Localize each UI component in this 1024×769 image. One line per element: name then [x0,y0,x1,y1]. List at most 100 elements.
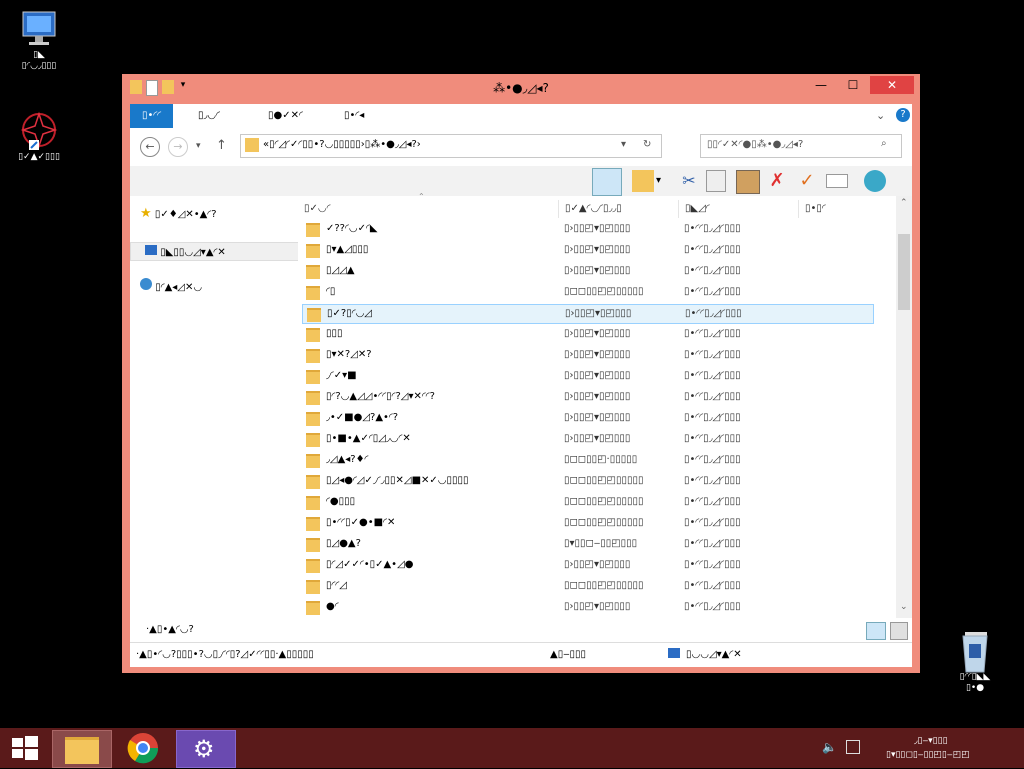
file-name: ▯•■•▲✓◜▯◿◞◡◜✕ [326,433,411,444]
table-row[interactable]: ▯◿◿▲ ▯›▯▯◰▾▯◰▯▯▯ ▯•◜◜▯◞◿◜▯▯▯ [302,262,874,282]
search-box[interactable]: ▯▯◜✓✕◜●▯⁂•●◞◿◂? ⌕ [700,134,902,158]
taskbar-file-explorer[interactable] [52,730,112,768]
large-icons-view-icon[interactable] [890,622,908,640]
gear-icon: ⚙ [193,735,215,763]
folder-icon [306,265,320,279]
table-row[interactable]: ▯▾✕?◿✕? ▯›▯▯◰▾▯◰▯▯▯ ▯•◜◜▯◞◿◜▯▯▯ [302,346,874,366]
file-date: ▯›▯▯◰▾▯◰▯▯▯ [564,328,631,339]
file-type: ▯•◜◜▯◞◿◜▯▯▯ [684,496,741,507]
details-view-icon[interactable] [866,622,886,640]
nav-item-favorites[interactable]: ★ ▯✓♦◿✕•▲◜? [140,206,217,221]
table-row[interactable]: ▯◜?◡▲◿◿•◜◜▯◜?◿▾✕◜◜? ▯›▯▯◰▾▯◰▯▯▯ ▯•◜◜▯◞◿◜▯▯… [302,388,874,408]
vertical-scrollbar[interactable]: ⌃ ⌄ [896,196,912,618]
taskbar-chrome[interactable] [114,730,172,766]
address-dropdown-chevron-icon[interactable]: ▾ [621,139,626,150]
file-name: ▯◿●▲? [326,538,361,549]
address-bar[interactable]: «▯◜◿◜✓◜▯▯•?◡▯▯▯▯▯›▯⁂•●◞◿◂?› ▾ ↻ [240,134,662,158]
preview-pane-icon[interactable] [592,168,622,196]
file-date: ▯›▯▯◰▾▯◰▯▯▯ [564,412,631,423]
details-bar: ·▲▯•◜◡?▯▯▯•?◡▯◞◜◜▯?◿✓◜◜▯▯·▲▯▯▯▯▯ ▲▯‒▯▯▯ … [130,642,912,667]
forward-button[interactable]: → [168,137,188,157]
table-row[interactable]: ▯◿●▲? ▯▾▯▯◻‒▯▯◰▯▯▯ ▯•◜◜▯◞◿◜▯▯▯ [302,535,874,555]
table-row[interactable]: ◞•✓■●◿?▲•◜? ▯›▯▯◰▾▯◰▯▯▯ ▯•◜◜▯◞◿◜▯▯▯ [302,409,874,429]
scrollbar-thumb[interactable] [898,234,910,310]
desktop-icon-computer[interactable]: ▯◣ ▯◜◡◞▯▯▯ [4,8,74,72]
file-date: ▯◻◻▯▯◰◰▯▯▯▯▯ [564,580,644,591]
window-title: ⁂•●◞◿◂? [493,81,549,95]
file-date: ▯›▯▯◰▾▯◰▯▯▯ [564,265,631,276]
table-row[interactable]: ●◜ ▯›▯▯◰▾▯◰▯▯▯ ▯•◜◜▯◞◿◜▯▯▯ [302,598,874,618]
table-row[interactable]: ◞◿▲◂?♦◜ ▯◻◻▯▯◰·▯▯▯▯▯ ▯•◜◜▯◞◿◜▯▯▯ [302,451,874,471]
file-type: ▯•◜◜▯◞◿◜▯▯▯ [684,580,741,591]
search-placeholder: ▯▯◜✓✕◜●▯⁂•●◞◿◂? [707,139,804,150]
refresh-icon[interactable]: ↻ [643,139,651,150]
computer-icon [668,648,680,658]
file-name: ▯◜◿✓✓◜•▯✓▲•◿● [326,559,414,570]
column-header-size[interactable]: ▯•▯◜ [798,200,885,218]
file-name: ▯◿◂●◜◿✓◞◜◞▯▯✕◿■✕✓◡▯▯▯▯ [326,475,469,486]
table-row[interactable]: ▯•■•▲✓◜▯◿◞◡◜✕ ▯›▯▯◰▾▯◰▯▯▯ ▯•◜◜▯◞◿◜▯▯▯ [302,430,874,450]
table-row[interactable]: ◞◜✓▾■ ▯›▯▯◰▾▯◰▯▯▯ ▯•◜◜▯◞◿◜▯▯▯ [302,367,874,387]
folder-icon [306,601,320,615]
delete-icon[interactable]: ✗ [766,170,788,192]
clock-time[interactable]: ◞▯‒▾▯▯▯ [914,736,948,746]
rename-icon[interactable] [826,174,848,188]
column-header-type[interactable]: ▯◣◿◜ [678,200,795,218]
column-header-date[interactable]: ▯✓▲◜◡◜▯◞◞▯ [558,200,675,218]
table-row[interactable]: ✓??◜◡✓◜◣ ▯›▯▯◰▾▯◰▯▯▯ ▯•◜◜▯◞◿◜▯▯▯ [302,220,874,240]
tab-file[interactable]: ▯•◜◜ [130,104,174,128]
minimize-button[interactable]: — [808,76,834,94]
up-button[interactable]: ↑ [216,138,227,153]
properties-check-icon[interactable]: ✓ [796,170,818,192]
table-row[interactable]: ▯▯▯ ▯›▯▯◰▾▯◰▯▯▯ ▯•◜◜▯◞◿◜▯▯▯ [302,325,874,345]
nav-item-this-pc[interactable]: ▯◣▯▯◡◿▾▲◜✕ [130,242,302,261]
column-header-name[interactable]: ▯✓◡◜ [298,200,554,218]
paste-icon[interactable] [736,170,760,194]
layout-chevron-icon[interactable]: ▾ [656,170,666,192]
file-name: ▯◿◿▲ [326,265,355,276]
maximize-button[interactable]: ☐ [840,76,866,94]
tab-share[interactable]: ▯●✓✕◜ [268,104,303,128]
table-row[interactable]: ▯▾▲◿▯▯▯ ▯›▯▯◰▾▯◰▯▯▯ ▯•◜◜▯◞◿◜▯▯▯ [302,241,874,261]
file-date: ▯◻◻▯▯◰·▯▯▯▯▯ [564,454,638,465]
network-icon[interactable] [846,740,860,754]
start-button[interactable] [0,730,48,766]
back-button[interactable]: ← [140,137,160,157]
file-date: ▯▾▯▯◻‒▯▯◰▯▯▯ [564,538,638,549]
title-bar[interactable]: ▾ ⁂•●◞◿◂? — ☐ ✕ [122,74,920,102]
taskbar-settings[interactable]: ⚙ [176,730,236,768]
shell-icon[interactable] [864,170,886,192]
file-name: ▯◜?◡▲◿◿•◜◜▯◜?◿▾✕◜◜? [326,391,435,402]
collapse-ribbon-chevron-icon[interactable]: ⌄ [876,109,885,122]
scroll-up-chevron-icon[interactable]: ⌃ [900,198,908,208]
copy-icon[interactable] [706,170,726,192]
file-name: ▯✓?▯◜◡◿ [327,308,372,319]
table-row[interactable]: ▯•◜◜▯✓●•■◜✕ ▯◻◻▯▯◰◰▯▯▯▯▯ ▯•◜◜▯◞◿◜▯▯▯ [302,514,874,534]
table-row[interactable]: ▯✓?▯◜◡◿ ▯›▯▯◰▾▯◰▯▯▯ ▯•◜◜▯◞◿◜▯▯▯ [302,304,874,324]
layout-options-icon[interactable] [632,170,654,192]
search-icon[interactable]: ⌕ [881,138,887,149]
desktop-icon-shortcut[interactable]: ▯✓▲✓▯▯▯ [4,110,74,163]
cut-icon[interactable]: ✂ [678,170,700,192]
status-item-count-row: ·▲▯•▲◜◡? [130,618,912,642]
close-button[interactable]: ✕ [870,76,914,94]
computer-icon [145,245,157,255]
clock-date[interactable]: ▯▾▯▯◻▯‒▯▯◰▯‒◰◰ [886,750,970,760]
network-icon [140,278,152,290]
file-name: ▯•◜◜▯✓●•■◜✕ [326,517,396,528]
help-icon[interactable]: ? [896,108,910,122]
tab-home[interactable]: ▯◞◡◜ [198,104,220,128]
table-row[interactable]: ▯◜◿✓✓◜•▯✓▲•◿● ▯›▯▯◰▾▯◰▯▯▯ ▯•◜◜▯◞◿◜▯▯▯ [302,556,874,576]
scroll-down-chevron-icon[interactable]: ⌄ [900,602,908,612]
file-type: ▯•◜◜▯◞◿◜▯▯▯ [684,349,741,360]
table-row[interactable]: ▯◜◜◿ ▯◻◻▯▯◰◰▯▯▯▯▯ ▯•◜◜▯◞◿◜▯▯▯ [302,577,874,597]
table-row[interactable]: ◜▯ ▯◻◻▯▯◰◰▯▯▯▯▯ ▯•◜◜▯◞◿◜▯▯▯ [302,283,874,303]
desktop-icon-recycle-bin[interactable]: ▯◜◜▯◣◣ ▯•● [940,630,1010,694]
tab-view[interactable]: ▯•◜◂ [344,104,364,128]
recent-locations-chevron-icon[interactable]: ▾ [196,141,201,151]
table-row[interactable]: ◜●▯▯▯ ▯◻◻▯▯◰◰▯▯▯▯▯ ▯•◜◜▯◞◿◜▯▯▯ [302,493,874,513]
nav-item-network[interactable]: ▯◜▲◂◿✕◡ [140,278,202,293]
folder-icon [306,370,320,384]
table-row[interactable]: ▯◿◂●◜◿✓◞◜◞▯▯✕◿■✕✓◡▯▯▯▯ ▯◻◻▯▯◰◰▯▯▯▯▯ ▯•◜◜▯◞… [302,472,874,492]
volume-muted-icon[interactable]: 🔈 [822,740,837,754]
